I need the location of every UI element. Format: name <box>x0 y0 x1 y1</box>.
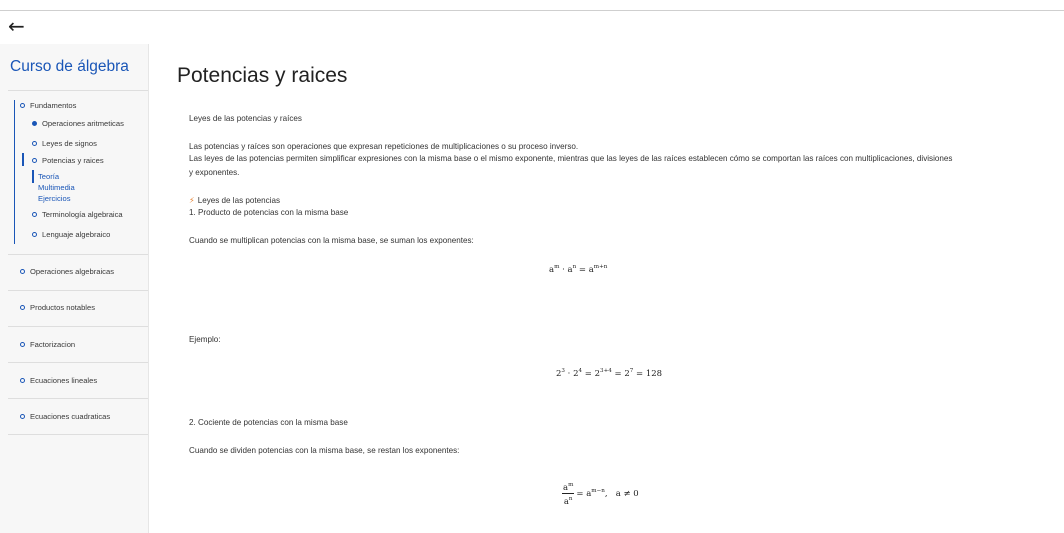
page-title: Potencias y raices <box>177 64 348 87</box>
divider <box>8 254 148 255</box>
divider <box>8 90 148 91</box>
circle-icon <box>20 414 25 419</box>
active-indicator <box>22 153 24 166</box>
divider <box>8 398 148 399</box>
subitem-indicator <box>32 170 34 183</box>
law2-description: Cuando se dividen potencias con la misma… <box>189 446 460 455</box>
circle-icon <box>20 342 25 347</box>
divider <box>8 434 148 435</box>
course-title[interactable]: Curso de álgebra <box>10 58 129 76</box>
circle-icon <box>20 378 25 383</box>
top-bar: ← <box>0 10 1064 45</box>
sidebar-item-leyes-de-signos[interactable]: Leyes de signos <box>32 139 97 148</box>
sidebar-item-operaciones-algebraicas[interactable]: Operaciones algebraicas <box>20 267 114 276</box>
sidebar-item-terminologia-algebraica[interactable]: Terminología algebraica <box>32 210 123 219</box>
lightning-icon: ⚡ <box>189 195 195 205</box>
sidebar-item-operaciones-aritmeticas[interactable]: Operaciones aritmeticas <box>32 119 124 128</box>
sidebar-subitem-teoria[interactable]: Teoría <box>38 172 59 181</box>
law1-description: Cuando se multiplican potencias con la m… <box>189 236 474 245</box>
section-heading: ⚡ Leyes de las potencias <box>189 195 281 205</box>
fraction: am an <box>562 482 575 507</box>
sidebar-item-ecuaciones-cuadraticas[interactable]: Ecuaciones cuadraticas <box>20 412 110 421</box>
sidebar-item-fundamentos[interactable]: Fundamentos <box>20 101 76 110</box>
circle-icon <box>32 141 37 146</box>
circle-icon <box>32 158 37 163</box>
example-formula: 23 · 24 = 23+4 = 27 = 128 <box>556 368 663 379</box>
sidebar-subitem-multimedia[interactable]: Multimedia <box>38 183 75 192</box>
sidebar-item-lenguaje-algebraico[interactable]: Lenguaje algebraico <box>32 230 110 239</box>
divider <box>8 290 148 291</box>
law1-title: 1. Producto de potencias con la misma ba… <box>189 208 349 217</box>
divider <box>8 326 148 327</box>
filled-circle-icon <box>32 121 37 126</box>
circle-icon <box>20 269 25 274</box>
intro-paragraph-2: Las leyes de las potencias permiten simp… <box>189 154 953 163</box>
law2-title: 2. Cociente de potencias con la misma ba… <box>189 418 348 427</box>
intro-paragraph-1: Las potencias y raíces son operaciones q… <box>189 142 579 151</box>
subtitle: Leyes de las potencias y raíces <box>189 114 302 123</box>
sidebar: Curso de álgebra Fundamentos Operaciones… <box>0 44 149 533</box>
sidebar-item-productos-notables[interactable]: Productos notables <box>20 303 95 312</box>
back-arrow-icon[interactable]: ← <box>8 15 30 37</box>
circle-icon <box>20 103 25 108</box>
law2-formula: am an = am−n, a ≠ 0 <box>562 482 639 507</box>
sidebar-item-potencias-y-raices[interactable]: Potencias y raices <box>32 156 104 165</box>
sidebar-subitem-ejercicios[interactable]: Ejercicios <box>38 194 71 203</box>
law1-formula: am · an = am+n <box>549 264 608 275</box>
divider <box>8 362 148 363</box>
circle-icon <box>20 305 25 310</box>
sidebar-item-factorizacion[interactable]: Factorizacion <box>20 340 75 349</box>
intro-paragraph-3: y exponentes. <box>189 168 240 177</box>
sidebar-item-ecuaciones-lineales[interactable]: Ecuaciones lineales <box>20 376 97 385</box>
example-label: Ejemplo: <box>189 335 221 344</box>
main-content: Potencias y raices Leyes de las potencia… <box>149 44 1064 533</box>
circle-icon <box>32 232 37 237</box>
circle-icon <box>32 212 37 217</box>
